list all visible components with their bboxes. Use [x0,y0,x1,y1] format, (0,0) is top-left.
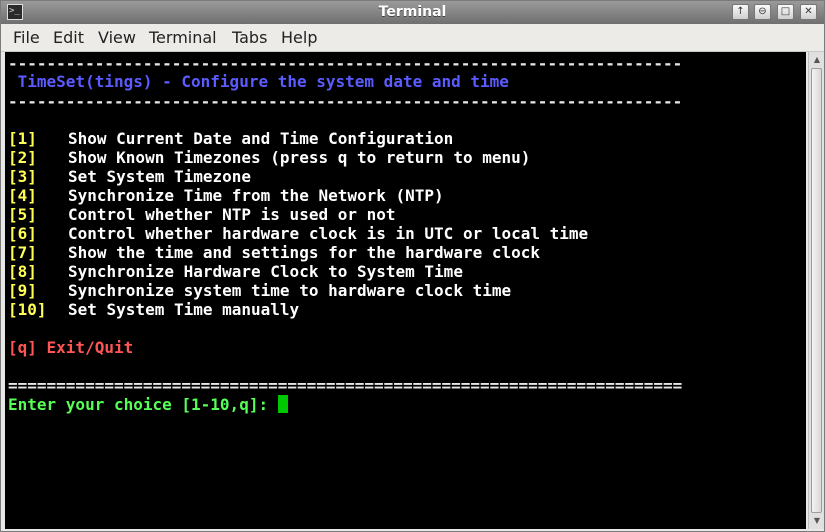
menu-view-label: View [98,28,136,47]
menu-option-10: [10] Set System Time manually [8,300,299,319]
menu-option-label: Control whether hardware clock is in UTC… [68,224,589,243]
menu-option-label: Set System Timezone [68,167,252,186]
maximize-button[interactable]: □ [777,4,794,20]
header-title: TimeSet(tings) - Configure the system da… [8,72,509,91]
menu-option-key: [2] [8,148,37,167]
menu-option-key: [7] [8,243,37,262]
menu-option-key: [3] [8,167,37,186]
prompt-text: Enter your choice [1-10,q]: [8,395,278,414]
menu-option-6: [6] Control whether hardware clock is in … [8,224,588,243]
menu-option-key: [5] [8,205,37,224]
prompt-line[interactable]: Enter your choice [1-10,q]: [8,395,288,414]
prompt-rule: ========================================… [8,376,683,395]
menu-terminal[interactable]: Terminal [149,28,217,48]
terminal-output[interactable]: ----------------------------------------… [5,52,806,529]
help-button[interactable]: ↑ [732,4,749,20]
menu-option-label: Control whether NTP is used or not [68,205,396,224]
menu-tabs-label: Tabs [232,28,268,47]
menu-file-label: File [13,28,40,47]
menu-option-7: [7] Show the time and settings for the ha… [8,243,540,262]
menu-option-key: [8] [8,262,37,281]
menu-option-label: Synchronize Hardware Clock to System Tim… [68,262,463,281]
menu-option-4: [4] Synchronize Time from the Network (NT… [8,186,444,205]
menu-help[interactable]: Help [281,28,317,48]
header-rule-bottom: ----------------------------------------… [8,92,683,111]
menu-option-1: [1] Show Current Date and Time Configurat… [8,129,453,148]
quit-option: [q] Exit/Quit [8,338,134,357]
menu-option-label: Synchronize Time from the Network (NTP) [68,186,444,205]
menu-option-label: Set System Time manually [68,300,300,319]
menu-help-label: Help [281,28,318,47]
terminal-app-icon[interactable]: >_ [7,4,23,20]
menu-option-9: [9] Synchronize system time to hardware c… [8,281,511,300]
menu-option-key: [10] [8,300,47,319]
menu-option-label: Show Current Date and Time Configuration [68,129,454,148]
menu-option-label: Synchronize system time to hardware cloc… [68,281,512,300]
scrollbar-thumb[interactable] [811,68,822,513]
menu-terminal-label: Terminal [149,28,217,47]
menu-option-5: [5] Control whether NTP is used or not [8,205,396,224]
menu-option-label: Show Known Timezones (press q to return … [68,148,531,167]
menu-option-2: [2] Show Known Timezones (press q to retu… [8,148,530,167]
terminal-window: >_ Terminal ↑ ⊖ □ ✕ File Edit View Termi… [0,0,825,532]
scroll-down-arrow-icon[interactable]: ▼ [811,515,823,527]
window-title: Terminal [378,4,447,20]
menu-option-key: [4] [8,186,37,205]
menu-option-key: [1] [8,129,37,148]
menu-tabs[interactable]: Tabs [232,28,267,48]
scroll-up-arrow-icon[interactable]: ▲ [811,54,823,66]
menu-view[interactable]: View [98,28,136,48]
header-rule-top: ----------------------------------------… [8,54,683,73]
close-button[interactable]: ✕ [800,4,817,20]
menu-option-label: Show the time and settings for the hardw… [68,243,541,262]
text-cursor [277,395,288,413]
vertical-scrollbar[interactable]: ▲ ▼ [808,52,824,529]
menu-option-key: [9] [8,281,37,300]
menu-edit-label: Edit [53,28,84,47]
menu-edit[interactable]: Edit [53,28,84,48]
menu-option-3: [3] Set System Timezone [8,167,251,186]
menu-option-8: [8] Synchronize Hardware Clock to System … [8,262,463,281]
title-bar[interactable]: >_ Terminal ↑ ⊖ □ ✕ [1,1,824,25]
menu-bar: File Edit View Terminal Tabs Help [1,24,824,52]
menu-option-key: [6] [8,224,37,243]
minimize-button[interactable]: ⊖ [754,4,771,20]
menu-file[interactable]: File [13,28,40,48]
